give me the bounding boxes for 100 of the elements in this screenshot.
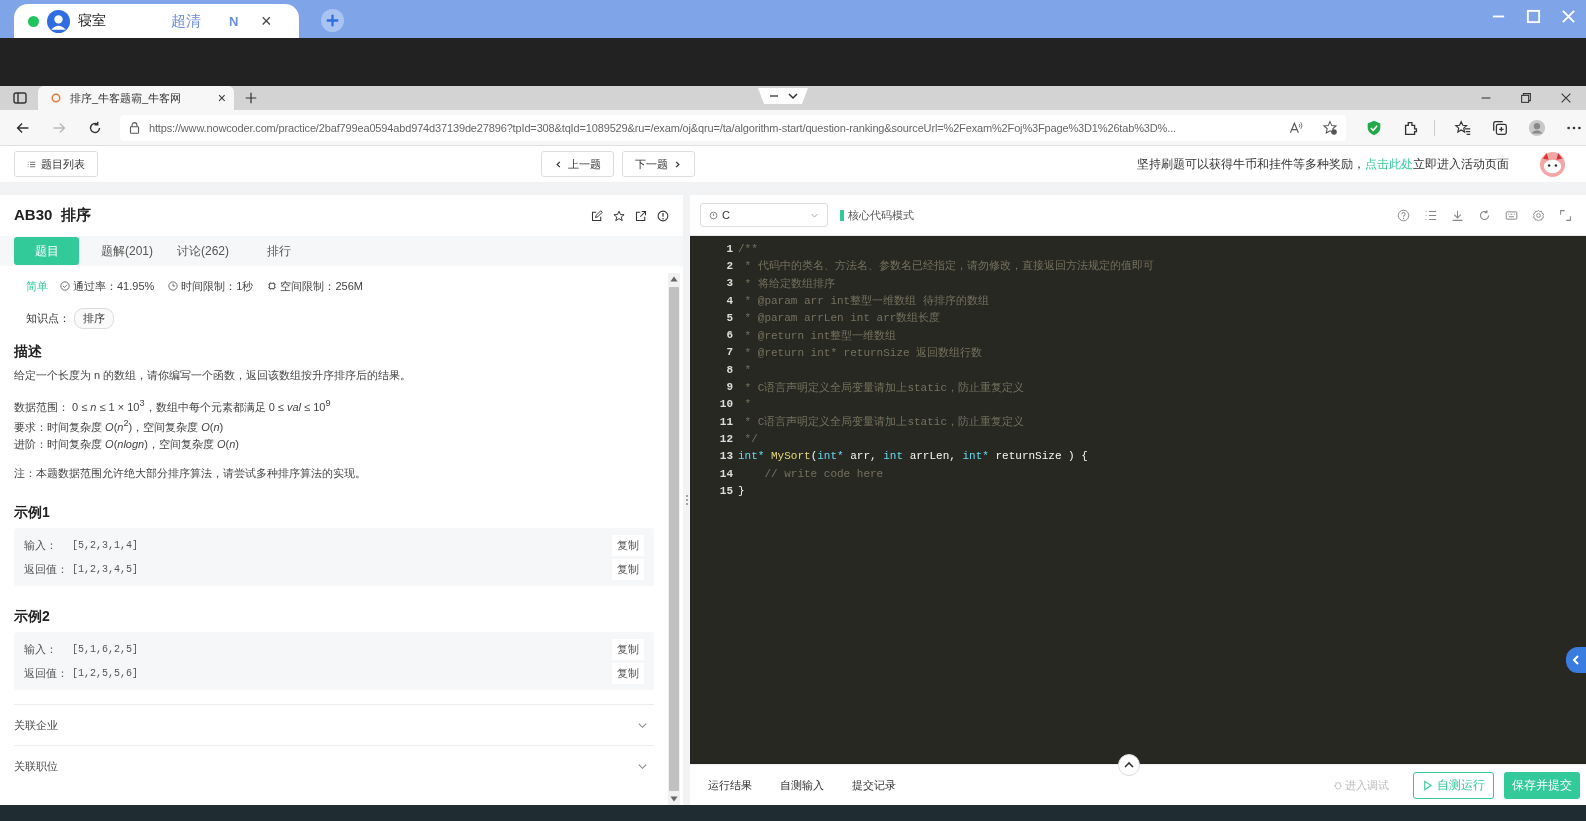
tab-dropdown-icon[interactable] [758, 88, 808, 104]
code-line: * [743, 363, 752, 376]
copy-button[interactable]: 复制 [612, 638, 644, 660]
help-icon[interactable] [1397, 208, 1410, 222]
bug-icon [1333, 780, 1343, 790]
expand-console-icon[interactable] [1118, 754, 1140, 776]
read-aloud-icon[interactable] [1288, 119, 1304, 136]
problem-list-button[interactable]: 题目列表 [14, 151, 98, 177]
example-label: 返回值： [24, 665, 69, 681]
example-heading: 示例1 [14, 504, 51, 523]
line-number: 12 [718, 432, 734, 445]
restore-icon[interactable] [1519, 91, 1533, 105]
description-paragraph: 数据范围： 0 ≤ n ≤ 1 × 10$^{3}$，数组中每个元素都满足 0 ≤ val ≤ 10$^{9}$ [14, 397, 332, 415]
copy-button[interactable]: 复制 [612, 558, 644, 580]
copy-button[interactable]: 复制 [612, 534, 644, 556]
line-number: 7 [725, 346, 734, 359]
side-panel-handle-icon[interactable] [1566, 647, 1586, 673]
download-icon[interactable] [1451, 208, 1464, 222]
new-tab-icon[interactable] [244, 91, 258, 105]
maximize-icon[interactable] [1526, 9, 1541, 24]
problem-tab[interactable]: 题解(201) [89, 237, 165, 265]
browser-tab[interactable]: 排序_牛客题霸_牛客网 × [38, 86, 234, 110]
topic-tag[interactable]: 排序 [74, 308, 114, 329]
line-number: 1 [725, 242, 734, 255]
lock-icon [128, 121, 141, 134]
console-tab[interactable]: 运行结果 [698, 777, 762, 793]
reset-icon[interactable] [1478, 208, 1491, 222]
example-label: 返回值： [24, 561, 69, 577]
code-line: * @return int* returnSize 返回数组行数 [743, 345, 983, 360]
badge-label: N [229, 13, 240, 29]
example-label: 输入： [24, 641, 58, 657]
favorites-icon[interactable] [1454, 118, 1472, 137]
address-field[interactable]: https://www.nowcoder.com/practice/2baf799ea0594abd974d37139de27896?tpId=308&tqId=1089529&ru=/exam/oj&qru=/ta/algorithm-start/question-ranking&sourceUrl=%2Fexam%2Foj%3Fpage%3D1%26tab%3D%... [120, 114, 1346, 141]
related-section[interactable]: 关联职位 [14, 745, 654, 787]
example-label: 输入： [24, 537, 58, 553]
console-tab[interactable]: 提交记录 [842, 777, 906, 793]
line-number: 11 [718, 415, 734, 428]
description-heading: 描述 [14, 343, 43, 361]
line-number: 14 [718, 467, 734, 480]
line-number: 6 [725, 329, 734, 342]
scrollbar[interactable] [668, 273, 680, 805]
line-number: 10 [718, 398, 734, 411]
line-number: 9 [725, 381, 734, 393]
favorite-add-icon[interactable] [1322, 119, 1338, 136]
problem-tab[interactable]: 排行 [241, 237, 317, 265]
description-paragraph: 要求：时间复杂度 O(n$^{2}$)，空间复杂度 O(n) [14, 417, 225, 436]
close-icon[interactable] [1559, 91, 1573, 105]
example-value: [5,1,6,2,5] [72, 643, 138, 655]
remote-tab[interactable]: 寝室 超清 N × [14, 4, 299, 38]
topics-label: 知识点： [26, 311, 70, 326]
time-limit-text: 时间限制：1秒 [181, 278, 254, 294]
code-line: // write code here [763, 467, 884, 480]
settings-icon[interactable] [1532, 208, 1545, 222]
code-line: * 将给定数组排序 [743, 276, 835, 291]
scroll-thumb[interactable] [669, 287, 679, 791]
copy-button[interactable]: 复制 [612, 662, 644, 684]
code-line: } [738, 484, 745, 497]
line-number: 15 [718, 484, 734, 497]
mascot-avatar-icon[interactable] [1539, 150, 1566, 178]
example-value: [1,2,5,5,6] [72, 667, 138, 679]
splitter-handle-icon[interactable] [684, 494, 689, 506]
description-paragraph: 给定一个长度为 n 的数组，请你编写一个函数，返回该数组按升序排序后的结果。 [14, 368, 413, 383]
profile-icon[interactable] [1528, 118, 1546, 137]
space-limit-text: 空间限制：256M [280, 278, 363, 294]
line-number: 8 [725, 363, 734, 376]
tab-actions-icon[interactable] [12, 90, 28, 106]
chevron-left-icon [553, 159, 563, 169]
clock-icon [168, 281, 179, 291]
shield-icon[interactable] [1365, 118, 1383, 137]
promo-text: 坚持刷题可以获得牛币和挂件等多种奖励，点击此处立即进入活动页面 [1137, 155, 1509, 173]
user-avatar-icon [47, 9, 70, 33]
close-tab-button[interactable]: × [217, 90, 226, 106]
console-tab[interactable]: 自测输入 [770, 777, 834, 793]
report-icon[interactable] [657, 209, 669, 222]
site-logo-icon [50, 92, 62, 104]
close-button[interactable]: × [261, 10, 272, 32]
check-circle-icon [60, 281, 70, 291]
problem-tab[interactable]: 讨论(262) [165, 237, 241, 265]
fullscreen-icon[interactable] [1559, 208, 1572, 222]
description-paragraph: 进阶：时间复杂度 O(nlogn)，空间复杂度 O(n) [14, 437, 240, 453]
star-icon[interactable] [613, 209, 625, 222]
keyboard-icon[interactable] [1505, 208, 1518, 222]
code-line: /** [738, 242, 758, 255]
problem-title: AB30 排序 [14, 206, 91, 225]
play-icon [1422, 779, 1433, 791]
add-tab-icon[interactable] [321, 9, 344, 32]
list-icon [27, 159, 36, 169]
tab-title: 寝室 [78, 12, 107, 30]
language-select[interactable]: C [700, 203, 828, 227]
previous-button[interactable]: 上一题 [540, 151, 614, 177]
line-number: 13 [718, 450, 734, 463]
edit-icon[interactable] [591, 209, 603, 222]
next-button[interactable]: 下一题 [621, 151, 695, 177]
collections-icon[interactable] [1491, 118, 1509, 137]
code-line: * 代码中的类名、方法名、参数名已经指定，请勿修改，直接返回方法规定的值即可 [743, 259, 1154, 274]
share-icon[interactable] [635, 209, 647, 222]
code-line: */ [743, 432, 758, 445]
related-section[interactable]: 关联企业 [14, 704, 654, 746]
pass-rate-text: 通过率：41.95% [73, 278, 155, 294]
line-number: 3 [725, 277, 734, 290]
